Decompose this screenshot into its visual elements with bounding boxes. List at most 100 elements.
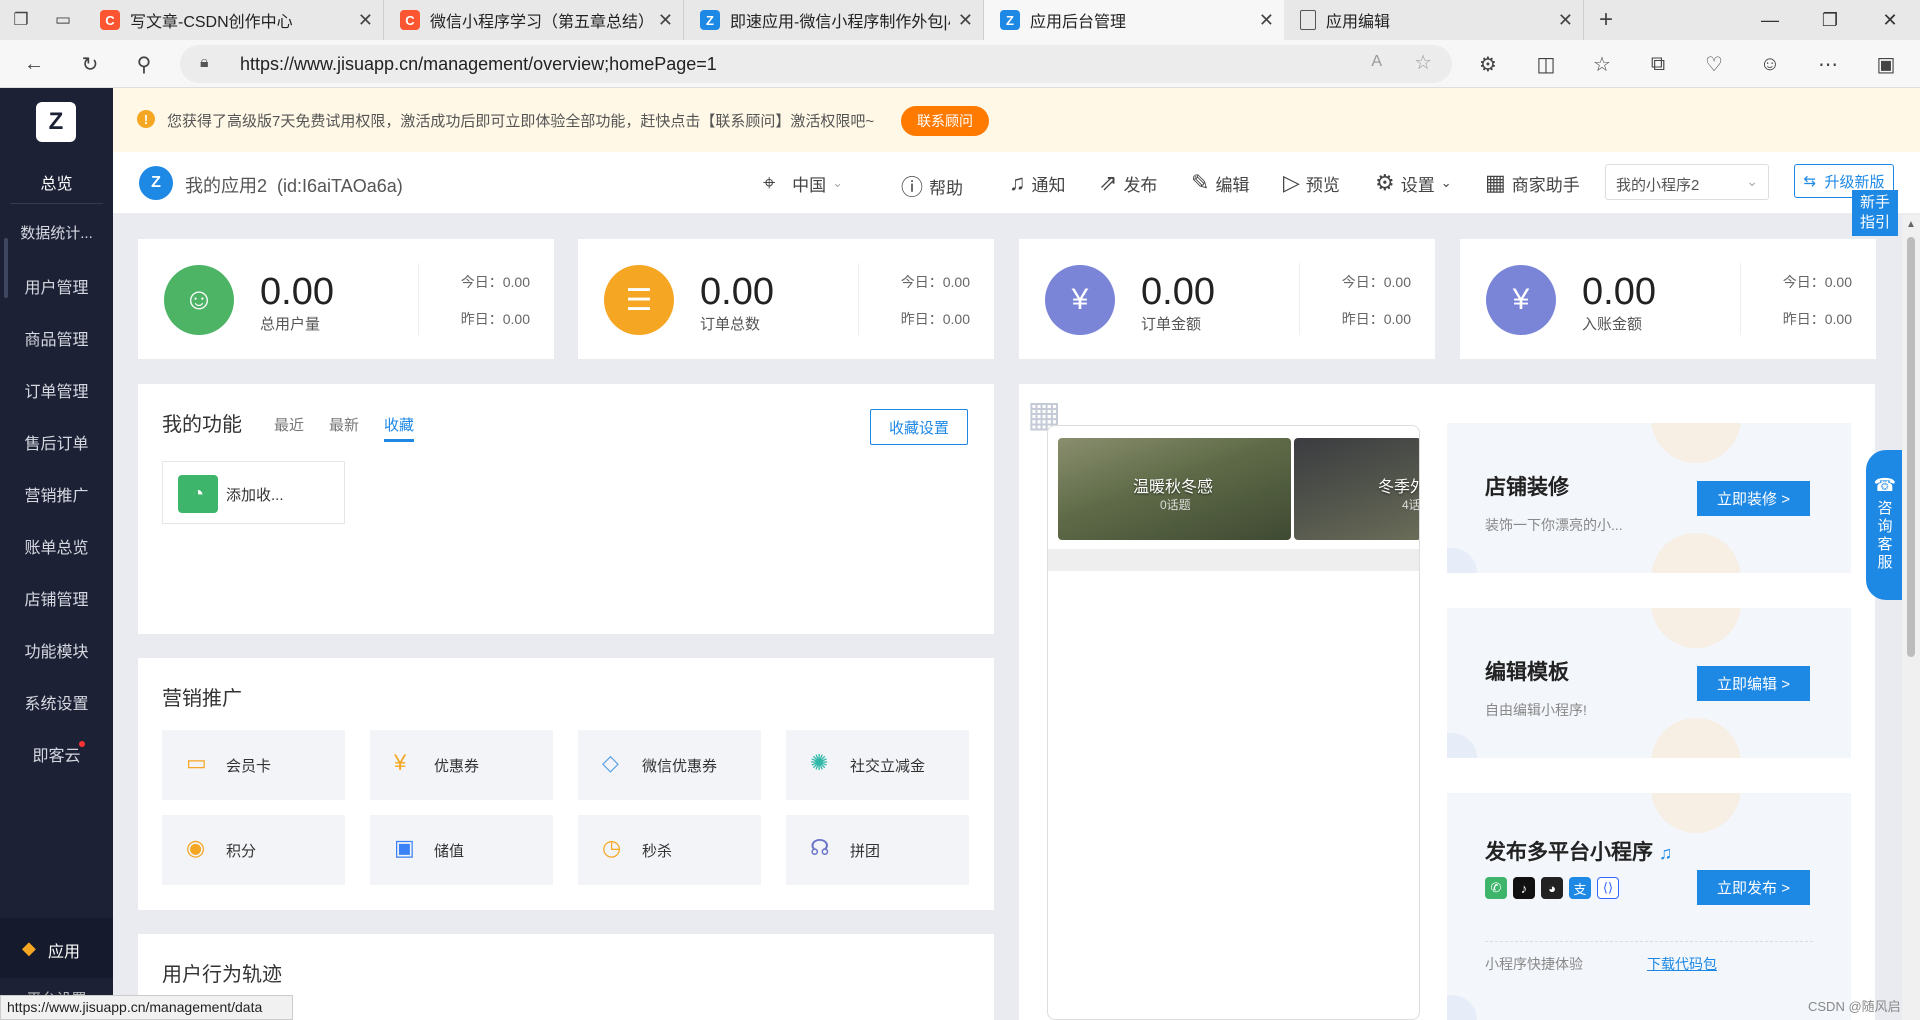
sidebar-item-marketing[interactable]: 营销推广 [0, 482, 113, 506]
marketing-item-group-buy[interactable]: ☊ 拼团 [786, 815, 969, 885]
marketing-item-points[interactable]: ◉ 积分 [162, 815, 345, 885]
more-menu-icon[interactable]: ⋯ [1810, 46, 1846, 82]
url-text[interactable]: https://www.jisuapp.cn/management/overvi… [240, 54, 717, 75]
add-favorite-card[interactable]: ◔ 添加收... [162, 461, 345, 524]
close-tab-icon[interactable]: ✕ [358, 10, 373, 31]
preview-banner[interactable]: 温暖秋冬感 0话题 [1058, 438, 1291, 540]
stat-card-users: ☺ 0.00 总用户量 今日：0.00 昨日：0.00 [138, 239, 554, 359]
close-tab-icon[interactable]: ✕ [1259, 10, 1274, 31]
sidebar-item-overview[interactable]: 总览 [0, 170, 113, 194]
marketing-item-member-card[interactable]: ▭ 会员卡 [162, 730, 345, 800]
maximize-icon[interactable]: ❐ [1800, 0, 1860, 40]
marketing-item-coupon[interactable]: ¥ 优惠券 [370, 730, 553, 800]
sidebar-item-system-settings[interactable]: 系统设置 [0, 690, 113, 714]
browser-tab[interactable]: Z 即速应用-微信小程序制作外包|小 ✕ [684, 0, 984, 40]
consult-service-button[interactable]: ☎ 咨询客服 [1866, 450, 1904, 600]
status-url-tooltip: https://www.jisuapp.cn/management/data [0, 995, 293, 1020]
refresh-icon[interactable]: ↻ [72, 46, 108, 82]
browser-tab[interactable]: 应用编辑 ✕ [1284, 0, 1584, 40]
wechat-coupon-icon: ◇ [602, 750, 619, 775]
card-subtitle: 自由编辑小程序! [1485, 702, 1587, 718]
marketing-item-wechat-coupon[interactable]: ◇ 微信优惠券 [578, 730, 761, 800]
sidebar-item-after-sales[interactable]: 售后订单 [0, 430, 113, 454]
profile-avatar-icon[interactable]: ☺ [1752, 46, 1788, 82]
settings-button[interactable]: ⚙ 设置 ⌄ [1375, 170, 1452, 196]
page-scrollbar[interactable]: ▲ [1902, 215, 1920, 1020]
tab-favorites[interactable]: 收藏 [384, 414, 415, 442]
sidebar-toggle-icon[interactable]: ▣ [1868, 46, 1904, 82]
back-icon[interactable]: ← [16, 46, 52, 82]
marketing-item-social-discount[interactable]: ✺ 社交立减金 [786, 730, 969, 800]
card-title: 店铺装修 [1485, 476, 1569, 499]
tab-title: 微信小程序学习（第五章总结）- [430, 14, 650, 31]
minimize-icon[interactable]: — [1740, 0, 1800, 40]
notify-button[interactable]: ♫ 通知 [1009, 170, 1066, 196]
beginner-guide-button[interactable]: 新手 指引 [1852, 190, 1898, 236]
address-bar[interactable]: 🔒︎ https://www.jisuapp.cn/management/ove… [180, 45, 1452, 83]
workspaces-icon[interactable]: ❐ [0, 0, 42, 40]
tab-recent[interactable]: 最近 [274, 414, 304, 435]
sidebar-item-jikeyun[interactable]: 即客云 [0, 742, 113, 766]
favorites-icon[interactable]: ☆ [1584, 46, 1620, 82]
close-tab-icon[interactable]: ✕ [658, 10, 673, 31]
marketing-item-flash-sale[interactable]: ◷ 秒杀 [578, 815, 761, 885]
preview-button[interactable]: ▷ 预览 [1283, 170, 1340, 196]
favorite-star-icon[interactable]: ☆ [1414, 50, 1432, 75]
sidebar-item-data-stats[interactable]: 数据统计... [0, 222, 113, 243]
user-icon: ☺ [164, 265, 234, 335]
collections-icon[interactable]: ⧉ [1640, 46, 1676, 82]
browser-tab-active[interactable]: Z 应用后台管理 ✕ [984, 0, 1284, 40]
new-tab-icon[interactable]: + [1584, 0, 1628, 40]
region-selector[interactable]: ⌖ 中国 ⌄ [763, 170, 843, 196]
decorate-now-button[interactable]: 立即装修 > [1697, 481, 1810, 516]
stat-today: 今日：0.00 [1341, 274, 1411, 290]
stat-card-order-amount: ¥ 0.00 订单金额 今日：0.00 昨日：0.00 [1019, 239, 1435, 359]
edit-now-button[interactable]: 立即编辑 > [1697, 666, 1810, 701]
merchant-assistant-button[interactable]: ▦ 商家助手 [1485, 170, 1580, 196]
income-icon: ¥ [1486, 265, 1556, 335]
warning-icon: ! [137, 110, 155, 128]
browser-tab[interactable]: C 微信小程序学习（第五章总结）- ✕ [384, 0, 684, 40]
location-pin-icon: ⌖ [763, 170, 776, 195]
stat-card-orders: ☰ 0.00 订单总数 今日：0.00 昨日：0.00 [578, 239, 994, 359]
sidebar-app-button[interactable]: ◆ 应用 [0, 918, 113, 978]
tab-actions-icon[interactable]: ▭ [42, 0, 84, 40]
app-logo-icon[interactable]: Z [36, 102, 76, 142]
sidebar-item-store[interactable]: 店铺管理 [0, 586, 113, 610]
scroll-up-icon[interactable]: ▲ [1906, 219, 1916, 230]
publish-now-button[interactable]: 立即发布 > [1697, 870, 1810, 905]
browser-tab[interactable]: C 写文章-CSDN创作中心 ✕ [84, 0, 384, 40]
qq-icon: ◕ [1541, 877, 1563, 899]
scrollbar-thumb[interactable] [1907, 237, 1915, 657]
card-title: 发布多平台小程序 ♫ [1485, 841, 1673, 864]
sidebar-item-users[interactable]: 用户管理 [0, 274, 113, 298]
contact-advisor-button[interactable]: 联系顾问 [901, 106, 989, 136]
miniprogram-select[interactable]: 我的小程序2 ⌄ [1605, 164, 1769, 200]
split-screen-icon[interactable]: ◫ [1528, 46, 1564, 82]
favorite-settings-button[interactable]: 收藏设置 [870, 409, 968, 445]
publish-button[interactable]: ⇗ 发布 [1099, 170, 1157, 196]
sidebar-item-bills[interactable]: 账单总览 [0, 534, 113, 558]
window-close-icon[interactable]: ✕ [1860, 0, 1920, 40]
points-icon: ◉ [186, 835, 206, 860]
download-code-link[interactable]: 下载代码包 [1647, 954, 1717, 974]
sidebar-item-modules[interactable]: 功能模块 [0, 638, 113, 662]
sidebar-divider [10, 203, 103, 204]
close-tab-icon[interactable]: ✕ [958, 10, 973, 31]
preview-banner[interactable]: 冬季外 4话题 [1294, 438, 1419, 540]
search-icon[interactable]: ⚲ [126, 46, 162, 82]
stat-today: 今日：0.00 [460, 274, 530, 290]
sidebar-item-products[interactable]: 商品管理 [0, 326, 113, 350]
stat-yesterday: 昨日：0.00 [1341, 311, 1411, 327]
baidu-swan-icon: ⟨⟩ [1597, 877, 1619, 899]
help-button[interactable]: ⓘ 帮助 [901, 170, 963, 202]
read-aloud-icon[interactable]: A [1371, 53, 1382, 71]
marketing-item-stored-value[interactable]: ▣ 储值 [370, 815, 553, 885]
tab-newest[interactable]: 最新 [329, 414, 359, 435]
sidebar-item-orders[interactable]: 订单管理 [0, 378, 113, 402]
extensions-icon[interactable]: ⚙ [1470, 46, 1506, 82]
close-tab-icon[interactable]: ✕ [1558, 10, 1573, 31]
edit-button[interactable]: ✎ 编辑 [1191, 170, 1249, 196]
health-icon[interactable]: ♡ [1696, 46, 1732, 82]
quick-experience-label: 小程序快捷体验 [1485, 956, 1583, 972]
